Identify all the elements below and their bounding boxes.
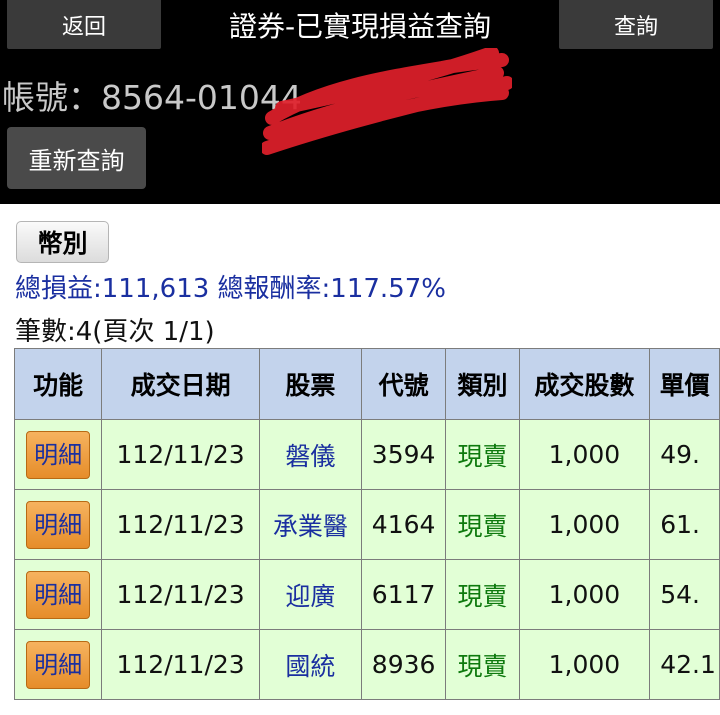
stock-name-link[interactable]: 國統: [258, 629, 362, 700]
top-bar: 返回 證券-已實現損益查詢 查詢 帳號：8564-01044 重新查詢: [0, 0, 720, 204]
stock-name-link[interactable]: 承業醫: [258, 489, 362, 560]
redaction-scribble: [262, 48, 512, 155]
column-header-shares: 成交股數: [518, 348, 651, 420]
table-row: 明細 112/11/23 承業醫 4164 現賣 1,000 61.: [14, 489, 720, 560]
trade-date-cell: 112/11/23: [101, 489, 260, 560]
stock-code-cell: 8936: [360, 629, 447, 700]
trade-type-cell: 現賣: [445, 629, 520, 700]
trade-type-cell: 現賣: [445, 489, 520, 560]
profit-summary: 總損益:111,613 總報酬率:117.57%: [15, 273, 446, 304]
table-row: 明細 112/11/23 磐儀 3594 現賣 1,000 49.: [14, 419, 720, 490]
requery-button[interactable]: 重新查詢: [7, 127, 146, 189]
price-cell: 61.: [649, 489, 720, 560]
column-header-stock: 股票: [258, 348, 362, 420]
detail-button[interactable]: 明細: [26, 500, 91, 549]
detail-button[interactable]: 明細: [26, 640, 91, 689]
trade-type-cell: 現賣: [445, 559, 520, 630]
trade-date-cell: 112/11/23: [101, 559, 260, 630]
record-count: 筆數:4(頁次 1/1): [15, 316, 215, 347]
back-button[interactable]: 返回: [7, 0, 161, 49]
shares-cell: 1,000: [518, 419, 651, 490]
shares-cell: 1,000: [518, 629, 651, 700]
function-cell: 明細: [14, 489, 103, 560]
table-row: 明細 112/11/23 國統 8936 現賣 1,000 42.1: [14, 629, 720, 700]
column-header-code: 代號: [360, 348, 447, 420]
results-table-container[interactable]: 功能 成交日期 股票 代號 類別 成交股數 單價 明細 112/11/23 磐儀…: [14, 348, 720, 703]
account-number: 帳號：8564-01044: [2, 78, 302, 117]
stock-name-link[interactable]: 磐儀: [258, 419, 362, 490]
trade-type-cell: 現賣: [445, 419, 520, 490]
page-title: 證券-已實現損益查詢: [228, 9, 492, 43]
detail-button[interactable]: 明細: [26, 570, 91, 619]
shares-cell: 1,000: [518, 559, 651, 630]
trade-date-cell: 112/11/23: [101, 419, 260, 490]
stock-code-cell: 4164: [360, 489, 447, 560]
query-button[interactable]: 查詢: [559, 0, 713, 49]
stock-name-link[interactable]: 迎廣: [258, 559, 362, 630]
column-header-type: 類別: [445, 348, 520, 420]
detail-button[interactable]: 明細: [26, 430, 91, 479]
currency-button[interactable]: 幣別: [16, 221, 109, 263]
stock-code-cell: 3594: [360, 419, 447, 490]
column-header-function: 功能: [14, 348, 103, 420]
price-cell: 49.: [649, 419, 720, 490]
results-table: 功能 成交日期 股票 代號 類別 成交股數 單價 明細 112/11/23 磐儀…: [14, 348, 720, 700]
function-cell: 明細: [14, 559, 103, 630]
function-cell: 明細: [14, 419, 103, 490]
price-cell: 54.: [649, 559, 720, 630]
stock-code-cell: 6117: [360, 559, 447, 630]
trade-date-cell: 112/11/23: [101, 629, 260, 700]
table-header-row: 功能 成交日期 股票 代號 類別 成交股數 單價: [14, 348, 720, 420]
table-row: 明細 112/11/23 迎廣 6117 現賣 1,000 54.: [14, 559, 720, 630]
function-cell: 明細: [14, 629, 103, 700]
column-header-price: 單價: [649, 348, 720, 420]
shares-cell: 1,000: [518, 489, 651, 560]
column-header-trade-date: 成交日期: [101, 348, 260, 420]
price-cell: 42.1: [649, 629, 720, 700]
